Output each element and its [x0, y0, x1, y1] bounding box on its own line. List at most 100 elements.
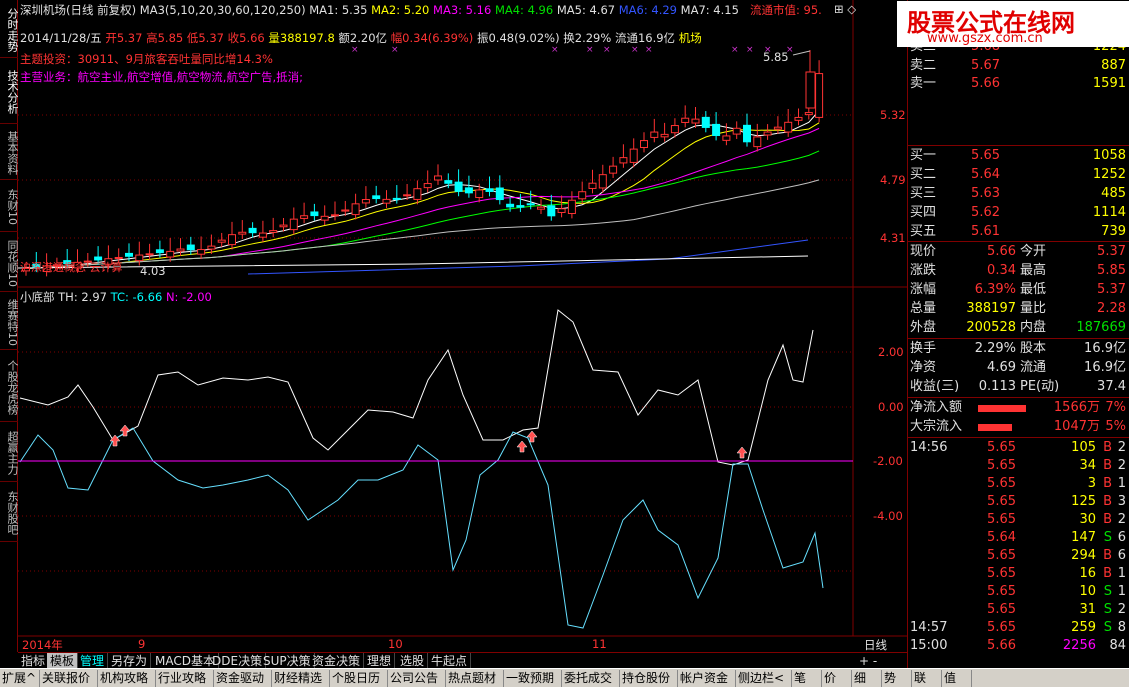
date-axis-oct: 10 — [388, 637, 403, 651]
tab-indicator[interactable]: 指标 — [18, 653, 50, 669]
menu-item[interactable]: 一致预期 — [504, 670, 562, 687]
tick-row: 15:00 5.66 2256 84 — [908, 637, 1129, 655]
candle-body — [681, 117, 690, 123]
info-high: 高5.85 — [146, 31, 184, 45]
tick-time: 14:57 — [910, 620, 948, 635]
tick-price: 5.65 — [987, 458, 1016, 473]
tick-row: 5.64 147 S 6 — [908, 529, 1129, 547]
menu-item[interactable]: 行业攻略 — [156, 670, 214, 687]
tab-fundamentals[interactable]: 基本资料 — [0, 124, 19, 180]
tick-price: 5.65 — [987, 548, 1016, 563]
menu-item[interactable]: 机构攻略 — [98, 670, 156, 687]
menu-item[interactable]: 势 — [882, 670, 912, 687]
signal-dot: × — [603, 45, 611, 55]
menu-item[interactable]: 委托成交 — [562, 670, 620, 687]
menu-item[interactable]: 持仓股份 — [620, 670, 678, 687]
zoom-buttons[interactable]: + - — [856, 653, 880, 669]
quote-panel: 卖五5.702151卖四5.692019卖三5.681224卖二5.67887卖… — [907, 0, 1129, 668]
tab-template[interactable]: 模板 — [47, 653, 79, 669]
indicator-name[interactable]: 小底部 — [20, 290, 55, 304]
ask-label: 卖二 — [910, 57, 937, 73]
tick-price: 5.65 — [987, 440, 1016, 455]
menu-item[interactable]: 帐户资金 — [678, 670, 736, 687]
candle-body — [753, 136, 762, 148]
signal-dot: × — [645, 45, 653, 55]
tick-price: 5.65 — [987, 566, 1016, 581]
tab-sup[interactable]: SUP决策 — [260, 653, 315, 669]
tab-weisaite[interactable]: 维赛特10 — [0, 292, 19, 350]
menu-item[interactable]: 资金驱动 — [214, 670, 272, 687]
candle-body — [640, 140, 648, 148]
flow-bar — [978, 405, 1026, 412]
tab-niuqidian[interactable]: 牛起点 — [428, 653, 472, 669]
bid-label: 买五 — [910, 224, 937, 239]
candle-body — [567, 199, 576, 215]
tick-side: B — [1103, 548, 1112, 563]
tick-side: S — [1103, 602, 1112, 617]
menu-item[interactable]: 财经精选 — [272, 670, 330, 687]
tab-dragon-tiger[interactable]: 个股龙虎榜 — [0, 350, 19, 422]
menu-item[interactable]: 个股日历 — [330, 670, 388, 687]
bid-row: 买四 5.62 1114 — [908, 204, 1129, 222]
menu-item[interactable]: 侧边栏< — [736, 670, 792, 687]
tab-manage[interactable]: 管理 — [77, 653, 109, 669]
stat-value: 2.28 — [1097, 301, 1126, 316]
candle-body — [804, 112, 813, 116]
candle-body — [629, 148, 638, 163]
menu-item[interactable]: 笔 — [792, 670, 822, 687]
candle-body — [351, 203, 360, 216]
business-note: 主营业务：航空主业,航空增值,航空物流,航空广告,抵消; — [20, 70, 303, 84]
tick-price: 5.65 — [987, 620, 1016, 635]
candle-body — [619, 157, 628, 164]
candle-body — [423, 183, 432, 189]
menu-item[interactable]: 价 — [822, 670, 852, 687]
menu-item[interactable]: 公司公告 — [388, 670, 446, 687]
period-label[interactable]: 日线 — [864, 637, 887, 653]
candle-body — [228, 234, 236, 246]
tab-technical[interactable]: 技术分析 — [0, 58, 19, 124]
tab-tonghuashun[interactable]: 同花顺10 — [0, 232, 19, 292]
tick-volume: 3 — [1087, 476, 1096, 491]
tick-row: 5.65 34 B 2 — [908, 457, 1129, 475]
signal-dot: × — [746, 45, 754, 55]
stat-value: 37.4 — [1097, 379, 1126, 394]
stat-row: 涨幅 6.39% 最低 5.37 — [908, 281, 1129, 299]
tab-guba[interactable]: 东财股吧 — [0, 482, 19, 542]
tab-dde[interactable]: DDE决策 — [209, 653, 267, 669]
menu-item[interactable]: 细 — [852, 670, 882, 687]
tick-count: 6 — [1117, 530, 1126, 545]
candle-body — [805, 71, 816, 109]
stat-row: 净资 4.69 流通 16.9亿 — [908, 359, 1129, 377]
tab-intraday[interactable]: 分时走势 — [0, 0, 19, 58]
date-axis-sep: 9 — [138, 637, 146, 651]
peak-price-label: 5.85 — [763, 50, 789, 64]
candle-body — [155, 249, 164, 254]
candle-body — [331, 214, 339, 217]
chart-area[interactable]: × × × × × × × × × × × 深圳机场(日线 前复权) MA3(5,10,20,30,… — [18, 0, 907, 652]
stat-row: 现价 5.66 今开 5.37 — [908, 243, 1129, 261]
tick-row: 5.65 31 S 2 — [908, 601, 1129, 619]
stat-value: 16.9亿 — [1084, 360, 1126, 375]
menu-item[interactable]: 联 — [912, 670, 942, 687]
indicator-tab-bar: 指标 模板 管理 另存为 MACD基本 DDE决策 SUP决策 资金决策 理想 … — [18, 652, 907, 669]
kline-chart-canvas[interactable]: × × × × × × × × × × × — [18, 0, 907, 652]
stat-label: 量比 — [1020, 301, 1047, 316]
menu-item[interactable]: 扩展^ — [0, 670, 40, 687]
menu-item[interactable]: 热点题材 — [446, 670, 504, 687]
tab-save-as[interactable]: 另存为 — [108, 653, 152, 669]
tab-main-force[interactable]: 超赢主力 — [0, 422, 19, 482]
tick-row: 5.65 125 B 3 — [908, 493, 1129, 511]
candle-body — [135, 254, 144, 262]
tick-side: B — [1103, 440, 1112, 455]
tab-stock-pick[interactable]: 选股 — [397, 653, 429, 669]
tab-ideal[interactable]: 理想 — [364, 653, 396, 669]
menu-item[interactable]: 值 — [942, 670, 972, 687]
menu-item[interactable]: 关联报价 — [40, 670, 98, 687]
tick-volume: 125 — [1071, 494, 1096, 509]
tab-fund-decision[interactable]: 资金决策 — [309, 653, 365, 669]
tab-eastmoney[interactable]: 东财10 — [0, 180, 19, 232]
stat-row: 收益(三) 0.113 PE(动) 37.4 — [908, 378, 1129, 396]
indicator-axis-label: -2.00 — [873, 454, 903, 468]
info-date: 2014/11/28/五 — [20, 31, 102, 45]
window-controls-icon[interactable]: ⊞ ◇ — [834, 2, 856, 16]
